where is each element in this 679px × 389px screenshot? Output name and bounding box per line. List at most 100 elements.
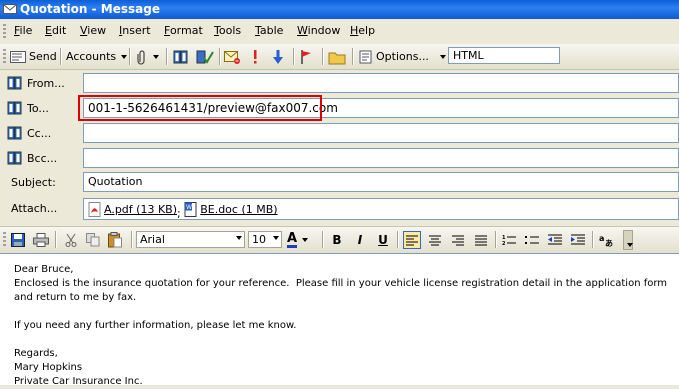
insert-file-button[interactable] (136, 48, 159, 65)
print-button[interactable] (32, 231, 50, 249)
send-icon (10, 50, 26, 63)
message-format-select[interactable]: HTML (448, 47, 560, 64)
increase-indent-button[interactable] (569, 231, 587, 249)
menu-window[interactable]: Window (297, 24, 340, 37)
decrease-indent-button[interactable] (546, 231, 564, 249)
paste-button[interactable] (106, 231, 124, 249)
underline-button[interactable]: U (374, 231, 392, 249)
body-line (14, 333, 665, 347)
body-line: Dear Bruce, (14, 264, 74, 275)
message-body[interactable]: Dear Bruce, Enclosed is the insurance qu… (0, 253, 679, 387)
address-book-icon (7, 151, 22, 165)
send-button[interactable]: Send (10, 48, 57, 65)
arrow-down-icon (273, 49, 283, 64)
justify-button[interactable] (472, 231, 490, 249)
attach-label[interactable]: Attach... (11, 202, 57, 215)
toolbar-separator (397, 231, 399, 248)
toolbar-separator (495, 231, 497, 248)
signature-icon (224, 50, 240, 64)
body-line (14, 305, 665, 319)
options-label: Options... (376, 50, 429, 63)
bulleted-list-icon (525, 236, 539, 244)
align-center-icon (429, 235, 441, 245)
subject-field[interactable]: Quotation (83, 172, 679, 192)
align-right-button[interactable] (449, 231, 467, 249)
menu-table[interactable]: Table (255, 24, 283, 37)
options-button[interactable]: Options... (359, 48, 446, 65)
signature-button[interactable] (224, 48, 240, 65)
to-button[interactable]: To... (7, 98, 77, 118)
chevron-down-icon (627, 243, 633, 247)
clipboard-icon (108, 232, 122, 248)
body-line: Mary Hopkins (14, 362, 83, 373)
folder-icon (328, 52, 346, 64)
svg-text:a: a (599, 234, 604, 243)
address-book-icon (173, 50, 188, 63)
from-field[interactable] (83, 73, 679, 93)
bold-label: B (332, 233, 342, 247)
align-left-button[interactable] (403, 231, 421, 249)
toolbar-grip[interactable] (3, 24, 6, 38)
follow-up-flag-button[interactable] (300, 48, 312, 65)
bullets-button[interactable] (523, 231, 541, 249)
menu-edit[interactable]: Edit (45, 24, 66, 37)
menu-tools[interactable]: Tools (214, 24, 241, 37)
font-size-value: 10 (252, 233, 266, 246)
printer-icon (33, 233, 49, 247)
justify-icon (475, 235, 487, 245)
cc-button[interactable]: Cc... (7, 123, 77, 143)
pdf-icon (88, 202, 101, 217)
menu-format[interactable]: Format (164, 24, 203, 37)
address-book-icon (7, 76, 22, 90)
toolbar-separator (166, 48, 168, 65)
cut-button[interactable] (62, 231, 80, 249)
decrease-indent-icon (548, 234, 562, 245)
body-line: Enclosed is the insurance quotation for … (14, 278, 668, 289)
attachment-pdf[interactable]: A.pdf (13 KB) (88, 202, 177, 217)
permission-button[interactable] (328, 48, 346, 65)
numbering-button[interactable]: 12 (500, 231, 518, 249)
toolbar-options-button[interactable] (623, 230, 633, 250)
align-right-icon (452, 235, 464, 245)
from-label: From... (27, 76, 65, 90)
toolbar-grip[interactable] (3, 232, 6, 247)
bcc-field[interactable] (83, 148, 679, 168)
cc-field[interactable] (83, 123, 679, 143)
bcc-button[interactable]: Bcc... (7, 148, 77, 168)
menu-file[interactable]: File (14, 24, 32, 37)
check-names-button[interactable] (196, 48, 214, 65)
attachments-field[interactable]: A.pdf (13 KB) ; W BE.doc (1 MB) (83, 198, 679, 220)
align-center-button[interactable] (426, 231, 444, 249)
language-button[interactable]: a あ (598, 231, 616, 249)
save-button[interactable] (9, 231, 27, 249)
toolbar-separator (322, 48, 324, 65)
from-button[interactable]: From... (7, 73, 77, 93)
toolbar-separator (322, 231, 324, 248)
check-names-icon (196, 50, 214, 64)
low-importance-button[interactable] (273, 48, 283, 65)
svg-text:W: W (186, 204, 192, 211)
attachment-doc[interactable]: W BE.doc (1 MB) (184, 202, 278, 217)
chevron-down-icon (236, 236, 242, 240)
italic-button[interactable]: I (351, 231, 369, 249)
toolbar-separator (131, 231, 133, 248)
underline-label: U (378, 233, 388, 247)
body-line: Private Car Insurance Inc. (14, 376, 143, 387)
accounts-button[interactable]: Accounts (66, 48, 128, 65)
high-importance-button[interactable] (251, 48, 259, 65)
toolbar-grip[interactable] (3, 49, 6, 64)
bold-button[interactable]: B (328, 231, 346, 249)
word-doc-icon: W (184, 202, 197, 217)
font-select[interactable]: Arial (136, 231, 245, 248)
font-size-select[interactable]: 10 (248, 231, 282, 248)
chevron-down-icon (153, 54, 159, 59)
copy-button[interactable] (84, 231, 102, 249)
subject-value: Quotation (88, 175, 143, 188)
toolbar-separator (219, 48, 221, 65)
menu-insert[interactable]: Insert (119, 24, 151, 37)
menu-help[interactable]: Help (350, 24, 375, 37)
font-color-button[interactable]: A (287, 231, 317, 249)
address-book-button[interactable] (173, 48, 189, 65)
menu-view[interactable]: View (80, 24, 106, 37)
toolbar-separator (293, 48, 295, 65)
